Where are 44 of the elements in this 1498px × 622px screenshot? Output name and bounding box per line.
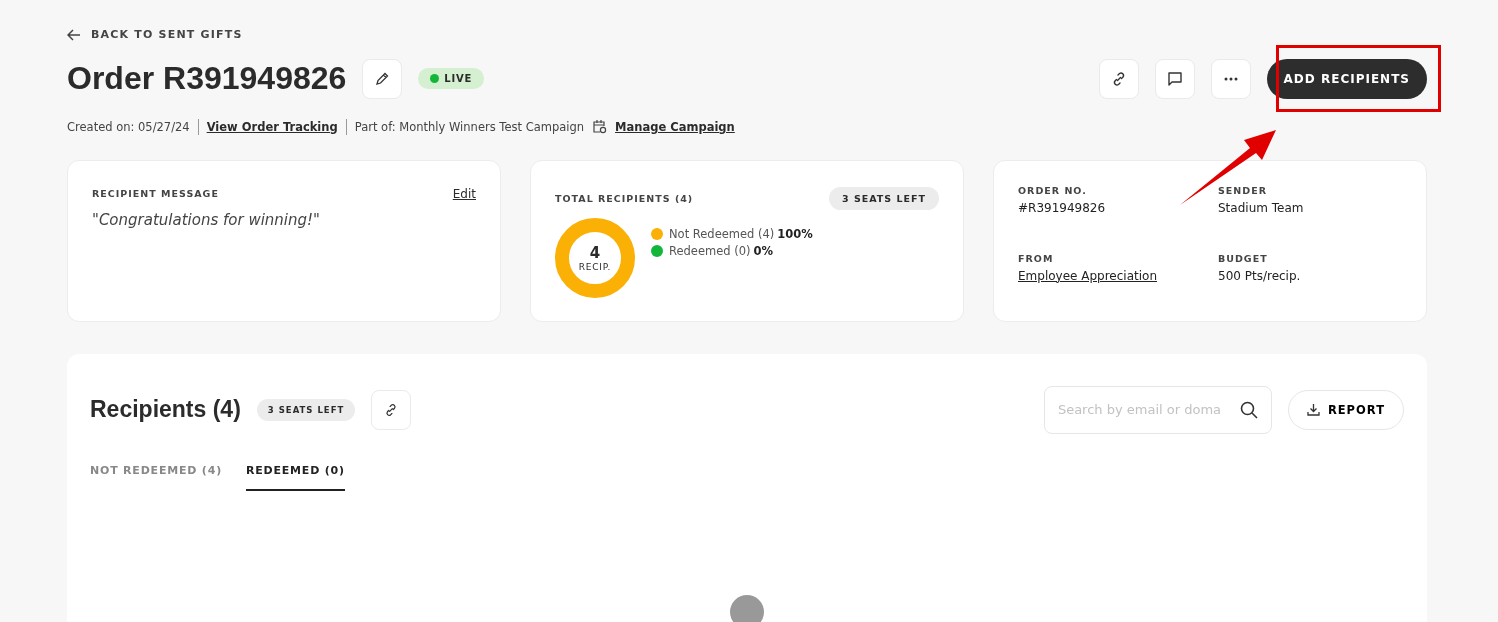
card-label: RECIPIENT MESSAGE <box>92 188 219 199</box>
calendar-icon <box>592 119 608 134</box>
field-label: SENDER <box>1218 184 1268 196</box>
more-icon <box>1223 76 1238 81</box>
search-icon <box>1239 400 1258 419</box>
download-icon <box>1306 403 1320 416</box>
field-label: BUDGET <box>1218 252 1269 264</box>
link-button[interactable] <box>1098 58 1139 99</box>
search-field[interactable]: Search by email or doma <box>1043 385 1272 434</box>
field-label: FROM <box>1018 252 1055 264</box>
field-link[interactable]: Employee Appreciation <box>1018 268 1218 283</box>
field-label: ORDER NO. <box>1018 184 1088 196</box>
campaign-text: Part of: Monthly Winners Test Campaign <box>354 119 585 134</box>
seats-badge: 3 SEATS LEFT <box>829 186 939 210</box>
card-label: TOTAL RECIPIENTS (4) <box>555 192 694 204</box>
report-button[interactable]: REPORT <box>1287 389 1404 430</box>
comment-button[interactable] <box>1154 58 1195 99</box>
recipient-count: 4 <box>589 243 601 262</box>
field-value: 500 Pts/recip. <box>1218 268 1302 283</box>
order-tracking-link[interactable]: View Order Tracking <box>206 119 338 134</box>
edit-button[interactable] <box>362 58 403 99</box>
created-date: Created on: 05/27/24 <box>67 119 190 134</box>
field-value: #R391949826 <box>1018 200 1107 215</box>
arrow-left-icon <box>67 28 81 41</box>
legend-percent: 0% <box>753 244 774 258</box>
pencil-icon <box>374 70 391 87</box>
back-link[interactable]: BACK TO SENT GIFTS <box>67 28 243 41</box>
speech-bubble-icon <box>1166 70 1183 87</box>
recipient-unit: RECIP. <box>578 261 612 272</box>
legend-label: Not Redeemed (4) <box>669 227 775 241</box>
status-badge: LIVE <box>418 68 485 89</box>
field-value: Stadium Team <box>1218 200 1305 215</box>
link-button[interactable] <box>371 389 412 430</box>
recipient-message: "Congratulations for winning!" <box>92 210 321 229</box>
recipients-title: Recipients (4) <box>90 396 241 423</box>
edit-link[interactable]: Edit <box>452 186 476 201</box>
legend-percent: 100% <box>777 227 813 241</box>
seats-badge: 3 SEATS LEFT <box>256 398 356 421</box>
manage-campaign-link[interactable]: Manage Campaign <box>615 119 735 134</box>
add-recipients-button[interactable]: ADD RECIPIENTS <box>1266 58 1427 99</box>
tab[interactable]: REDEEMED (0) <box>245 455 345 491</box>
tab[interactable]: NOT REDEEMED (4) <box>90 455 222 491</box>
legend-label: Redeemed (0) <box>669 244 751 258</box>
order-title: Order R391949826 <box>67 60 347 97</box>
